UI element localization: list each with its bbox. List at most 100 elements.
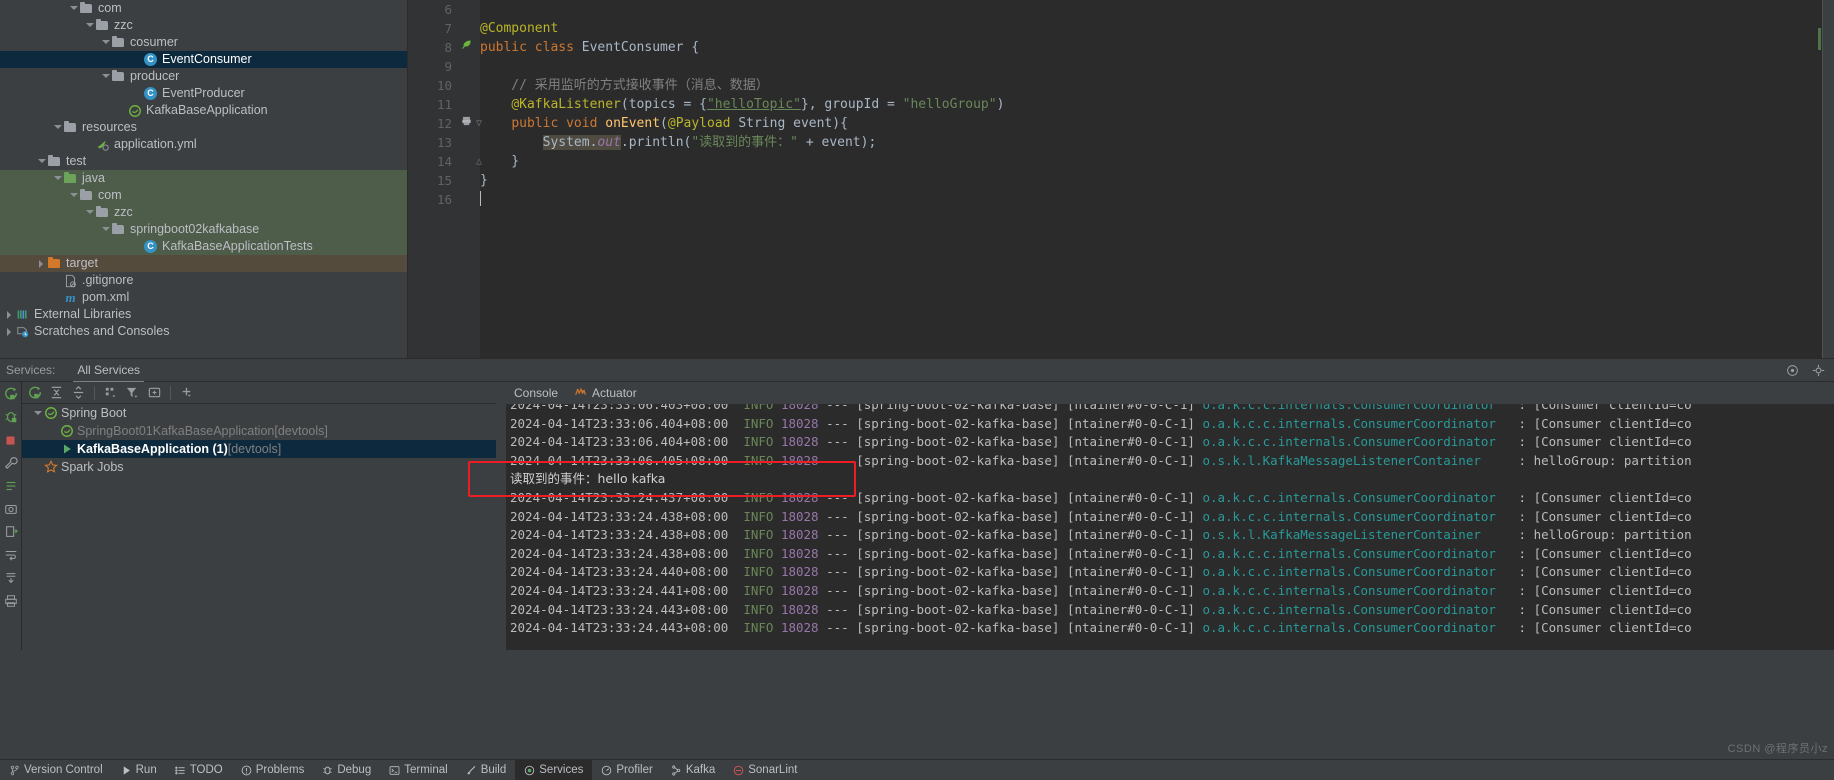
status-bar-item-todo[interactable]: TODO: [166, 760, 232, 780]
tree-item[interactable]: External Libraries: [0, 306, 408, 323]
status-bar-item-services[interactable]: Services: [515, 759, 593, 780]
chevron-down-icon[interactable]: [100, 71, 111, 82]
tree-item[interactable]: .gitignore: [0, 272, 408, 289]
chevron-down-icon[interactable]: [100, 37, 111, 48]
status-bar-item-profiler[interactable]: Profiler: [592, 760, 661, 780]
settings-alt-icon[interactable]: [1784, 362, 1800, 378]
tree-item[interactable]: application.yml: [0, 136, 408, 153]
chevron-down-icon[interactable]: [100, 224, 111, 235]
tree-item[interactable]: C KafkaBaseApplicationTests: [0, 238, 408, 255]
status-bar-item-debug[interactable]: Debug: [313, 760, 380, 780]
code-line[interactable]: 13 System.out.println("读取到的事件：" + event)…: [408, 133, 1834, 152]
tree-item[interactable]: KafkaBaseApplication: [0, 102, 408, 119]
code-line[interactable]: 6: [408, 0, 1834, 19]
spring-bean-gutter-icon[interactable]: [458, 38, 474, 57]
collapse-all-icon[interactable]: [69, 384, 88, 402]
expand-all-icon[interactable]: [47, 384, 66, 402]
tree-item[interactable]: cosumer: [0, 34, 408, 51]
console-tab-strip[interactable]: Console Actuator: [496, 382, 1834, 406]
chevron-right-icon[interactable]: [4, 326, 15, 337]
tree-item[interactable]: com: [0, 187, 408, 204]
tab-all-services[interactable]: All Services: [73, 361, 144, 383]
code-line[interactable]: 8 public class EventConsumer {: [408, 38, 1834, 57]
add-icon[interactable]: [177, 384, 196, 402]
build-icon: [466, 765, 477, 776]
console-output[interactable]: 2024-04-14T23:33:06.403+08:00 INFO 18028…: [506, 404, 1834, 650]
console-panel[interactable]: Console Actuator 2024-04-14T23:33:06.403…: [496, 382, 1834, 650]
tree-item[interactable]: springboot02kafkabase: [0, 221, 408, 238]
tree-item[interactable]: C EventConsumer: [0, 51, 408, 68]
code-line[interactable]: 16: [408, 190, 1834, 209]
tree-item[interactable]: java: [0, 170, 408, 187]
code-line[interactable]: 9: [408, 57, 1834, 76]
tree-item[interactable]: test: [0, 153, 408, 170]
chevron-down-icon[interactable]: [84, 20, 95, 31]
export-icon[interactable]: [3, 524, 19, 540]
package-icon: [111, 35, 126, 50]
wrench-icon[interactable]: [3, 455, 19, 471]
stop-red-icon[interactable]: [3, 432, 19, 448]
tree-item[interactable]: com: [0, 0, 408, 17]
service-tree-item[interactable]: SpringBoot01KafkaBaseApplication [devtoo…: [22, 422, 496, 440]
tree-item[interactable]: producer: [0, 68, 408, 85]
tree-item[interactable]: m pom.xml: [0, 289, 408, 306]
services-label: Services:: [6, 363, 56, 377]
rerun-run-icon[interactable]: [3, 386, 19, 402]
status-bar-item-run[interactable]: Run: [112, 760, 166, 780]
code-line[interactable]: 15}: [408, 171, 1834, 190]
code-line[interactable]: 12 ▽ public void onEvent(@Payload String …: [408, 114, 1834, 133]
rerun-icon[interactable]: [25, 384, 44, 402]
service-tree-item[interactable]: KafkaBaseApplication (1) [devtools]: [22, 440, 496, 458]
status-bar-item-kafka[interactable]: Kafka: [662, 760, 724, 780]
editor-scrollbar[interactable]: [1822, 0, 1834, 358]
tree-item[interactable]: C EventProducer: [0, 85, 408, 102]
debug-icon[interactable]: [3, 409, 19, 425]
code-line[interactable]: 14 △ }: [408, 152, 1834, 171]
code-line[interactable]: 7 @Component: [408, 19, 1834, 38]
status-bar-item-version-control[interactable]: Version Control: [0, 760, 112, 780]
tab-actuator[interactable]: Actuator: [570, 383, 649, 404]
services-tree-panel[interactable]: Spring Boot SpringBoot01KafkaBaseApplicat…: [22, 382, 496, 650]
chevron-down-icon[interactable]: [68, 190, 79, 201]
chevron-down-icon[interactable]: [32, 408, 43, 419]
tree-item[interactable]: zzc: [0, 17, 408, 34]
code-editor[interactable]: 6 7 @Component 8 public class EventConsumer …: [408, 0, 1834, 358]
gear-icon[interactable]: [1810, 362, 1826, 378]
chevron-right-icon[interactable]: [36, 258, 47, 269]
service-tree-item[interactable]: Spark Jobs: [22, 458, 496, 476]
print-icon[interactable]: [3, 593, 19, 609]
editor-code-area[interactable]: 6 7 @Component 8 public class EventConsumer …: [408, 0, 1834, 358]
code-line[interactable]: 11 @KafkaListener(topics = {"helloTopic"…: [408, 95, 1834, 114]
chevron-right-icon[interactable]: [4, 309, 15, 320]
status-bar-item-build[interactable]: Build: [457, 760, 516, 780]
status-bar[interactable]: Version Control Run TODO Problems Debug Termi…: [0, 759, 1834, 780]
chevron-down-icon[interactable]: [84, 207, 95, 218]
chevron-down-icon[interactable]: [68, 3, 79, 14]
thread-dump-icon[interactable]: [3, 478, 19, 494]
chevron-down-icon[interactable]: [36, 156, 47, 167]
filter-icon[interactable]: [123, 384, 142, 402]
tree-item[interactable]: resources: [0, 119, 408, 136]
status-bar-item-sonarlint[interactable]: SonarLint: [724, 760, 806, 780]
soft-wrap-icon[interactable]: [3, 547, 19, 563]
chevron-down-icon[interactable]: [52, 173, 63, 184]
tree-item[interactable]: target: [0, 255, 408, 272]
project-tree-panel[interactable]: com zzc cosumer C EventConsumer producer C Even…: [0, 0, 408, 358]
tab-console[interactable]: Console: [510, 384, 570, 406]
services-tree-toolbar[interactable]: [22, 382, 496, 404]
camera-icon[interactable]: [3, 501, 19, 517]
add-tab-icon[interactable]: [145, 384, 164, 402]
tree-item[interactable]: Scratches and Consoles: [0, 323, 408, 340]
run-vertical-toolbar[interactable]: [0, 382, 22, 650]
code-text: public void onEvent(@Payload String even…: [511, 116, 848, 131]
tree-item-label: resources: [82, 120, 137, 134]
chevron-down-icon[interactable]: [52, 122, 63, 133]
code-line[interactable]: 10 // 采用监听的方式接收事件（消息、数据）: [408, 76, 1834, 95]
tree-item[interactable]: zzc: [0, 204, 408, 221]
status-bar-item-problems[interactable]: Problems: [232, 760, 314, 780]
status-bar-item-terminal[interactable]: Terminal: [380, 760, 456, 780]
service-tree-item[interactable]: Spring Boot: [22, 404, 496, 422]
scroll-to-end-icon[interactable]: [3, 570, 19, 586]
service-item-label: SpringBoot01KafkaBaseApplication: [77, 424, 275, 438]
group-by-icon[interactable]: [101, 384, 120, 402]
